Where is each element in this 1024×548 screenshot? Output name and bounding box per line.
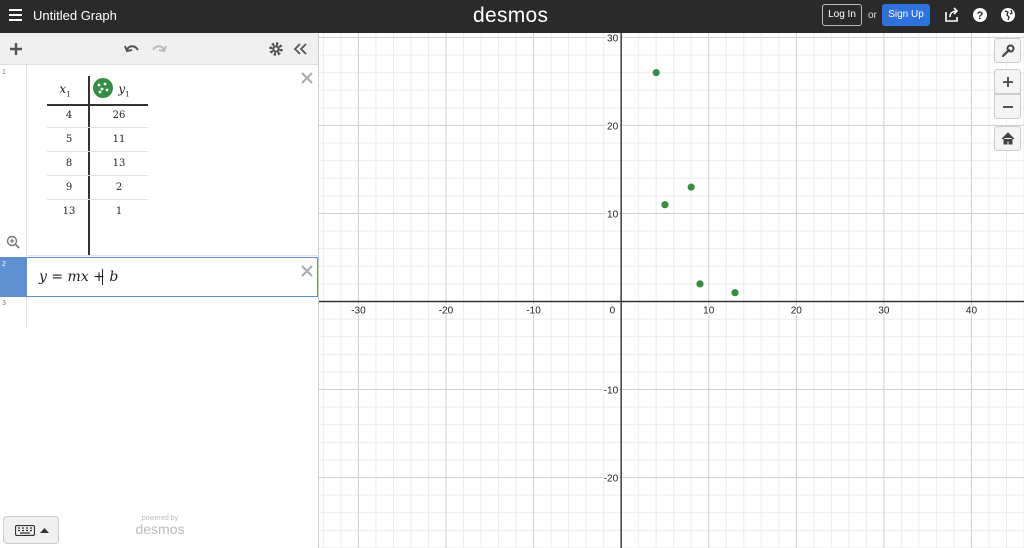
table-row-divider <box>47 199 148 200</box>
table-cell-y[interactable]: 13 <box>99 158 139 169</box>
globe-icon[interactable] <box>1000 7 1016 23</box>
table-header-x[interactable]: x1 <box>45 82 85 98</box>
table-cell-x[interactable]: 9 <box>49 182 89 193</box>
zoom-fit-icon[interactable] <box>6 235 20 249</box>
x-tick-label: 20 <box>791 306 803 317</box>
table-cell-x[interactable]: 5 <box>49 134 89 145</box>
table-cell-x[interactable]: 4 <box>49 110 89 121</box>
default-viewport-button[interactable] <box>994 126 1021 151</box>
table-row-divider <box>47 151 148 152</box>
y-tick-label: 30 <box>607 33 619 44</box>
home-icon <box>1001 132 1015 145</box>
text-cursor <box>102 269 103 285</box>
table-cell-x[interactable]: 13 <box>49 206 89 217</box>
major-gridlines <box>319 33 1024 548</box>
graph-paper[interactable]: -30 -20 -10 0 10 20 30 40 -20 -10 10 20 30 <box>319 33 1024 548</box>
y-tick-label: -20 <box>604 474 619 485</box>
expression-gutter[interactable]: 1 <box>0 65 27 256</box>
add-icon[interactable] <box>8 41 24 57</box>
data-point[interactable] <box>687 183 695 191</box>
top-bar: Untitled Graph desmos Log In or Sign Up … <box>0 0 1024 33</box>
or-label: or <box>868 10 877 21</box>
minor-gridlines <box>319 33 1024 548</box>
x-tick-label: 10 <box>703 306 715 317</box>
table-row-divider <box>47 175 148 176</box>
data-point[interactable] <box>661 201 669 209</box>
expression-number: 3 <box>2 300 6 307</box>
y-tick-label: 20 <box>607 121 619 132</box>
login-button[interactable]: Log In <box>822 4 862 26</box>
empty-expression[interactable] <box>27 297 318 327</box>
wrench-icon <box>1001 44 1015 58</box>
data-point[interactable] <box>652 69 660 77</box>
signup-button[interactable]: Sign Up <box>882 4 930 26</box>
close-icon[interactable] <box>300 264 314 278</box>
table-cell-y[interactable]: 2 <box>99 182 139 193</box>
table-header-rule <box>47 104 148 106</box>
graph-settings-button[interactable] <box>994 38 1021 63</box>
x-tick-label: -30 <box>351 306 366 317</box>
table-header-y[interactable]: y1 <box>104 82 144 98</box>
expression-list: 1 x1 y1 4 26 5 11 8 13 9 2 13 1 2 y = mx… <box>0 33 319 548</box>
close-icon[interactable] <box>300 71 314 85</box>
zoom-out-button[interactable] <box>994 94 1021 119</box>
redo-icon[interactable] <box>151 41 167 57</box>
axes <box>319 33 1024 548</box>
table-row-divider <box>47 127 148 128</box>
y-tick-label: 10 <box>607 209 619 220</box>
table-cell-x[interactable]: 8 <box>49 158 89 169</box>
share-icon[interactable] <box>944 7 960 23</box>
data-point[interactable] <box>696 280 704 288</box>
x-tick-label: 0 <box>610 306 616 317</box>
x-tick-label: 30 <box>878 306 890 317</box>
table-expression[interactable]: x1 y1 4 26 5 11 8 13 9 2 13 1 <box>27 65 318 256</box>
formula-input[interactable]: y = mx + b <box>39 269 118 285</box>
expression-number: 1 <box>2 69 6 76</box>
zoom-out-icon <box>1003 106 1013 108</box>
undo-icon[interactable] <box>124 41 140 57</box>
table-cell-y[interactable]: 11 <box>99 134 139 145</box>
x-tick-label: -10 <box>526 306 541 317</box>
expression-toolbar <box>0 33 318 65</box>
expression-gutter-active[interactable]: 2 <box>0 257 27 297</box>
help-icon[interactable]: ? <box>972 7 988 23</box>
expression-number: 2 <box>2 261 6 268</box>
caret-up-icon <box>40 528 49 533</box>
zoom-in-icon <box>1003 77 1013 87</box>
collapse-icon[interactable] <box>292 41 308 57</box>
keyboard-toggle-button[interactable] <box>3 516 59 544</box>
data-points[interactable] <box>652 69 739 297</box>
x-tick-label: -20 <box>439 306 454 317</box>
data-point[interactable] <box>731 289 739 297</box>
keyboard-icon <box>15 525 35 536</box>
y-tick-label: -10 <box>604 386 619 397</box>
svg-text:?: ? <box>977 10 984 22</box>
desmos-logo: desmos <box>473 4 549 27</box>
powered-by-desmos[interactable]: powered by desmos <box>130 515 190 536</box>
formula-expression[interactable]: y = mx + b <box>27 257 318 297</box>
zoom-in-button[interactable] <box>994 69 1021 94</box>
graph-title[interactable]: Untitled Graph <box>33 8 117 23</box>
table-cell-y[interactable]: 1 <box>99 206 139 217</box>
x-tick-label: 40 <box>966 306 978 317</box>
menu-icon[interactable] <box>9 9 22 21</box>
table-cell-y[interactable]: 26 <box>99 110 139 121</box>
powered-by-logo: desmos <box>135 521 185 537</box>
settings-icon[interactable] <box>268 41 284 57</box>
expression-gutter[interactable]: 3 <box>0 297 27 327</box>
